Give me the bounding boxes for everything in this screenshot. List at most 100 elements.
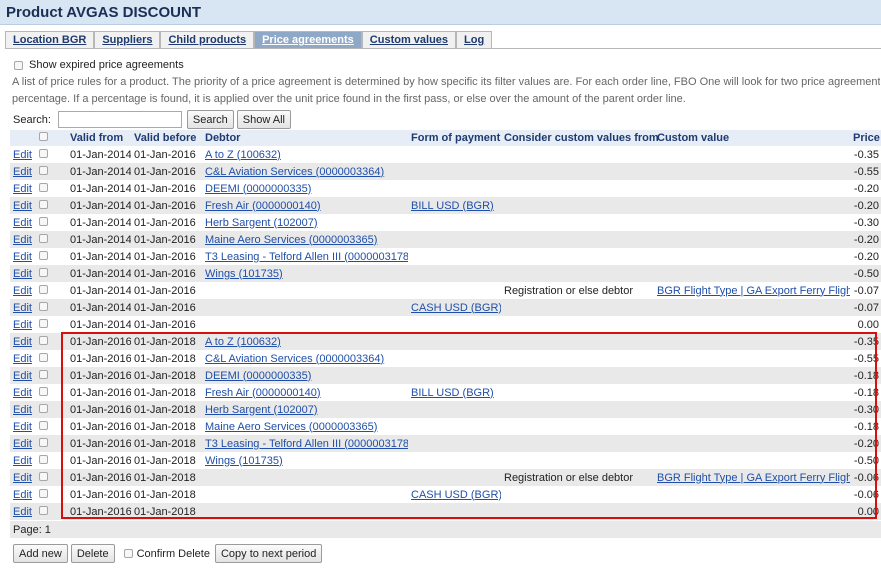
edit-link[interactable]: Edit xyxy=(13,421,32,433)
edit-link[interactable]: Edit xyxy=(13,387,32,399)
row-checkbox[interactable] xyxy=(39,488,48,498)
cb-cell xyxy=(36,435,67,452)
edit-link[interactable]: Edit xyxy=(13,472,32,484)
row-checkbox[interactable] xyxy=(39,437,48,447)
debtor-link[interactable]: Maine Aero Services (0000003365) xyxy=(205,234,377,246)
header-custom-value[interactable]: Custom value xyxy=(654,130,850,146)
show-expired-checkbox[interactable] xyxy=(14,60,23,70)
row-checkbox[interactable] xyxy=(39,216,48,226)
edit-link[interactable]: Edit xyxy=(13,268,32,280)
debtor-link[interactable]: A to Z (100632) xyxy=(205,336,281,348)
select-all-checkbox[interactable] xyxy=(39,132,48,141)
row-checkbox[interactable] xyxy=(39,471,48,481)
payment-link[interactable]: BILL USD (BGR) xyxy=(411,200,494,212)
tab-custom-values[interactable]: Custom values xyxy=(361,31,457,48)
row-checkbox[interactable] xyxy=(39,403,48,413)
edit-link[interactable]: Edit xyxy=(13,234,32,246)
debtor-link[interactable]: DEEMI (0000000335) xyxy=(205,183,311,195)
row-checkbox[interactable] xyxy=(39,352,48,362)
header-valid-before[interactable]: Valid before xyxy=(131,130,202,146)
header-consider-custom[interactable]: Consider custom values from xyxy=(501,130,659,146)
row-checkbox[interactable] xyxy=(39,505,48,515)
payment-link[interactable]: CASH USD (BGR) xyxy=(411,489,501,501)
edit-link[interactable]: Edit xyxy=(13,149,32,161)
tab-log[interactable]: Log xyxy=(456,31,493,48)
table-header-row: Valid from Valid before Debtor Form of p… xyxy=(10,130,881,146)
debtor-link[interactable]: Wings (101735) xyxy=(205,455,283,467)
tab-location-bgr[interactable]: Location BGR xyxy=(5,31,95,48)
edit-link[interactable]: Edit xyxy=(13,336,32,348)
edit-link[interactable]: Edit xyxy=(13,200,32,212)
edit-link[interactable]: Edit xyxy=(13,506,32,518)
header-valid-from[interactable]: Valid from xyxy=(67,130,131,146)
add-new-button[interactable]: Add new xyxy=(13,544,68,563)
edit-link[interactable]: Edit xyxy=(13,438,32,450)
header-price[interactable]: Price xyxy=(850,130,881,146)
delete-button[interactable]: Delete xyxy=(70,544,115,563)
custom-value-link[interactable]: BGR Flight Type | GA Export Ferry Flight xyxy=(657,285,850,297)
payment-cell xyxy=(408,435,501,452)
payment-link[interactable]: CASH USD (BGR) xyxy=(411,302,501,314)
debtor-link[interactable]: Maine Aero Services (0000003365) xyxy=(205,421,377,433)
valid-before-cell: 01-Jan-2016 xyxy=(134,267,196,280)
header-debtor[interactable]: Debtor xyxy=(202,130,408,146)
debtor-link[interactable]: Herb Sargent (102007) xyxy=(205,404,318,416)
debtor-link[interactable]: T3 Leasing - Telford Allen III (00000031… xyxy=(205,251,408,263)
debtor-link[interactable]: DEEMI (0000000335) xyxy=(205,370,311,382)
debtor-link[interactable]: T3 Leasing - Telford Allen III (00000031… xyxy=(205,438,408,450)
debtor-link[interactable]: Fresh Air (0000000140) xyxy=(205,200,321,212)
header-form-of-payment[interactable]: Form of payment xyxy=(408,130,501,146)
copy-next-period-button[interactable]: Copy to next period xyxy=(214,544,323,563)
tab-suppliers[interactable]: Suppliers xyxy=(94,31,161,48)
edit-link[interactable]: Edit xyxy=(13,183,32,195)
row-checkbox[interactable] xyxy=(39,148,48,158)
debtor-link[interactable]: Herb Sargent (102007) xyxy=(205,217,318,229)
cb-cell xyxy=(36,333,67,350)
tab-price-agreements[interactable]: Price agreements xyxy=(254,31,362,48)
valid-from-cell: 01-Jan-2016 xyxy=(70,454,131,467)
custom-cell xyxy=(654,333,850,350)
valid-from-cell: 01-Jan-2014 xyxy=(70,148,131,161)
confirm-delete-checkbox[interactable] xyxy=(123,549,133,558)
edit-link[interactable]: Edit xyxy=(13,285,32,297)
edit-link[interactable]: Edit xyxy=(13,319,32,331)
edit-link[interactable]: Edit xyxy=(13,370,32,382)
edit-link[interactable]: Edit xyxy=(13,217,32,229)
row-checkbox[interactable] xyxy=(39,386,48,396)
row-checkbox[interactable] xyxy=(39,284,48,294)
tab-child-products[interactable]: Child products xyxy=(160,31,255,48)
row-checkbox[interactable] xyxy=(39,233,48,243)
search-button[interactable]: Search xyxy=(186,110,234,129)
row-checkbox[interactable] xyxy=(39,369,48,379)
debtor-link[interactable]: C&L Aviation Services (0000003364) xyxy=(205,166,384,178)
edit-link[interactable]: Edit xyxy=(13,353,32,365)
row-checkbox[interactable] xyxy=(39,318,48,328)
row-checkbox[interactable] xyxy=(39,420,48,430)
payment-link[interactable]: BILL USD (BGR) xyxy=(411,387,494,399)
debtor-link[interactable]: A to Z (100632) xyxy=(205,149,281,161)
consider-cell xyxy=(501,452,654,469)
edit-link[interactable]: Edit xyxy=(13,302,32,314)
row-checkbox[interactable] xyxy=(39,267,48,277)
row-checkbox[interactable] xyxy=(39,165,48,175)
payment-cell: BILL USD (BGR) xyxy=(408,384,501,401)
custom-cell xyxy=(654,146,850,163)
row-checkbox[interactable] xyxy=(39,199,48,209)
edit-link[interactable]: Edit xyxy=(13,489,32,501)
edit-link[interactable]: Edit xyxy=(13,166,32,178)
row-checkbox[interactable] xyxy=(39,335,48,345)
row-checkbox[interactable] xyxy=(39,250,48,260)
row-checkbox[interactable] xyxy=(39,182,48,192)
debtor-link[interactable]: Wings (101735) xyxy=(205,268,283,280)
search-input[interactable] xyxy=(57,111,182,128)
row-checkbox[interactable] xyxy=(39,301,48,311)
edit-link[interactable]: Edit xyxy=(13,251,32,263)
show-all-button[interactable]: Show All xyxy=(236,110,291,129)
custom-value-link[interactable]: BGR Flight Type | GA Export Ferry Flight xyxy=(657,472,850,484)
row-checkbox[interactable] xyxy=(39,454,48,464)
custom-cell xyxy=(654,197,850,214)
edit-link[interactable]: Edit xyxy=(13,404,32,416)
debtor-link[interactable]: Fresh Air (0000000140) xyxy=(205,387,321,399)
debtor-link[interactable]: C&L Aviation Services (0000003364) xyxy=(205,353,384,365)
edit-link[interactable]: Edit xyxy=(13,455,32,467)
